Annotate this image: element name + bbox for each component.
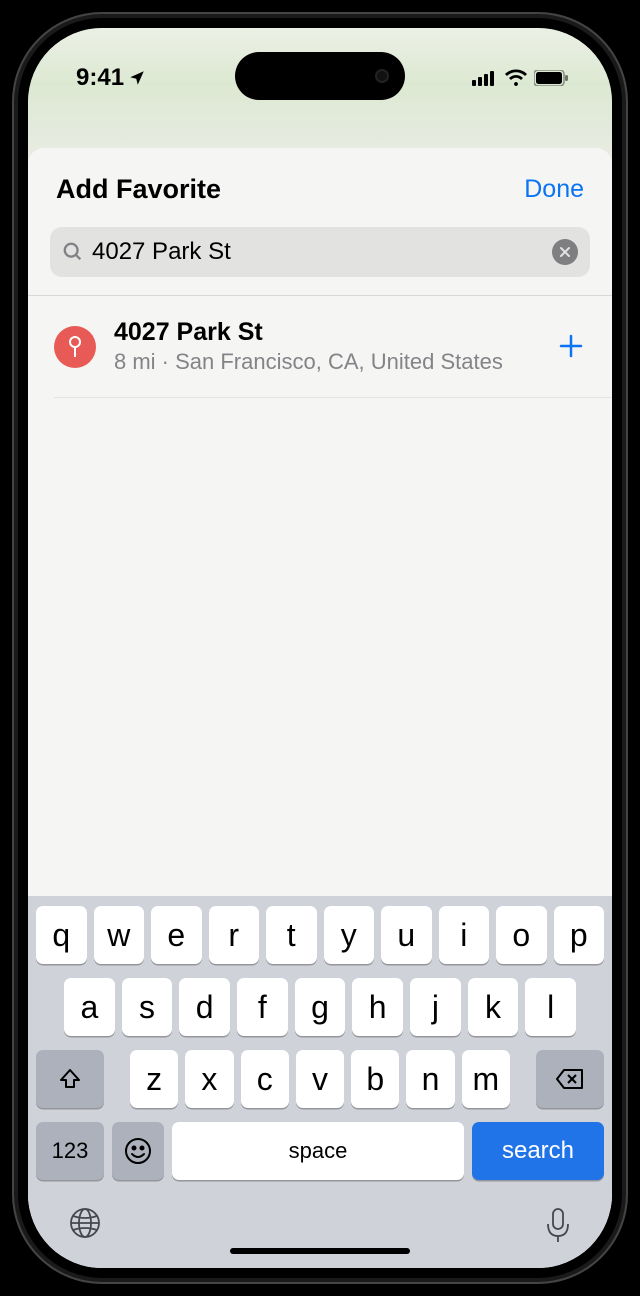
key-d[interactable]: d xyxy=(179,978,230,1036)
key-r[interactable]: r xyxy=(209,906,260,964)
search-input[interactable]: 4027 Park St xyxy=(50,227,590,277)
result-title: 4027 Park St xyxy=(114,318,540,347)
key-g[interactable]: g xyxy=(295,978,346,1036)
signal-icon xyxy=(472,70,498,86)
key-f[interactable]: f xyxy=(237,978,288,1036)
key-p[interactable]: p xyxy=(554,906,605,964)
emoji-key[interactable] xyxy=(112,1122,164,1180)
add-favorite-sheet: Add Favorite Done 4027 Park St 4 xyxy=(28,148,612,1268)
key-l[interactable]: l xyxy=(525,978,576,1036)
home-indicator[interactable] xyxy=(230,1248,410,1254)
camera-dot xyxy=(375,69,389,83)
search-value: 4027 Park St xyxy=(92,238,544,266)
shift-key[interactable] xyxy=(36,1050,104,1108)
pin-icon xyxy=(54,326,96,368)
shift-icon xyxy=(58,1067,82,1091)
map-pin-icon xyxy=(68,336,82,358)
add-favorite-button[interactable] xyxy=(558,326,584,368)
key-h[interactable]: h xyxy=(352,978,403,1036)
key-y[interactable]: y xyxy=(324,906,375,964)
space-key[interactable]: space xyxy=(172,1122,464,1180)
key-a[interactable]: a xyxy=(64,978,115,1036)
search-result-row[interactable]: 4027 Park St 8 mi · San Francisco, CA, U… xyxy=(28,296,612,397)
key-i[interactable]: i xyxy=(439,906,490,964)
clear-search-button[interactable] xyxy=(552,239,578,265)
keyboard-row-2: a s d f g h j k l xyxy=(28,978,612,1036)
sheet-title: Add Favorite xyxy=(56,174,221,205)
phone-frame: 9:41 Add Favorite Done 4027 Park St xyxy=(12,12,628,1284)
key-n[interactable]: n xyxy=(406,1050,454,1108)
numeric-key[interactable]: 123 xyxy=(36,1122,104,1180)
search-icon xyxy=(62,241,84,263)
result-text: 4027 Park St 8 mi · San Francisco, CA, U… xyxy=(114,318,540,375)
emoji-icon xyxy=(124,1137,152,1165)
status-time: 9:41 xyxy=(76,64,146,92)
status-right xyxy=(472,69,568,87)
keyboard-row-3: z x c v b n m xyxy=(28,1050,612,1108)
key-b[interactable]: b xyxy=(351,1050,399,1108)
search-key[interactable]: search xyxy=(472,1122,604,1180)
keyboard: q w e r t y u i o p a s d f g h xyxy=(28,896,612,1268)
key-u[interactable]: u xyxy=(381,906,432,964)
time-label: 9:41 xyxy=(76,64,124,92)
close-icon xyxy=(559,246,571,258)
dynamic-island xyxy=(235,52,405,100)
key-m[interactable]: m xyxy=(462,1050,510,1108)
key-e[interactable]: e xyxy=(151,906,202,964)
key-v[interactable]: v xyxy=(296,1050,344,1108)
key-x[interactable]: x xyxy=(185,1050,233,1108)
key-q[interactable]: q xyxy=(36,906,87,964)
plus-icon xyxy=(558,333,584,359)
sheet-header: Add Favorite Done xyxy=(28,148,612,221)
key-t[interactable]: t xyxy=(266,906,317,964)
backspace-icon xyxy=(556,1068,584,1090)
key-j[interactable]: j xyxy=(410,978,461,1036)
keyboard-row-1: q w e r t y u i o p xyxy=(28,906,612,964)
key-c[interactable]: c xyxy=(241,1050,289,1108)
location-arrow-icon xyxy=(128,69,146,87)
keyboard-row-4: 123 space search xyxy=(28,1122,612,1192)
result-subtitle: 8 mi · San Francisco, CA, United States xyxy=(114,349,540,375)
screen: 9:41 Add Favorite Done 4027 Park St xyxy=(28,28,612,1268)
key-w[interactable]: w xyxy=(94,906,145,964)
done-button[interactable]: Done xyxy=(524,175,584,204)
search-container: 4027 Park St xyxy=(28,221,612,295)
backspace-key[interactable] xyxy=(536,1050,604,1108)
keyboard-bottom xyxy=(28,1192,612,1268)
wifi-icon xyxy=(504,69,528,87)
battery-icon xyxy=(534,70,568,86)
mic-icon[interactable] xyxy=(544,1206,572,1244)
key-o[interactable]: o xyxy=(496,906,547,964)
globe-icon[interactable] xyxy=(68,1206,102,1240)
key-s[interactable]: s xyxy=(122,978,173,1036)
result-divider xyxy=(54,397,612,398)
key-z[interactable]: z xyxy=(130,1050,178,1108)
key-k[interactable]: k xyxy=(468,978,519,1036)
